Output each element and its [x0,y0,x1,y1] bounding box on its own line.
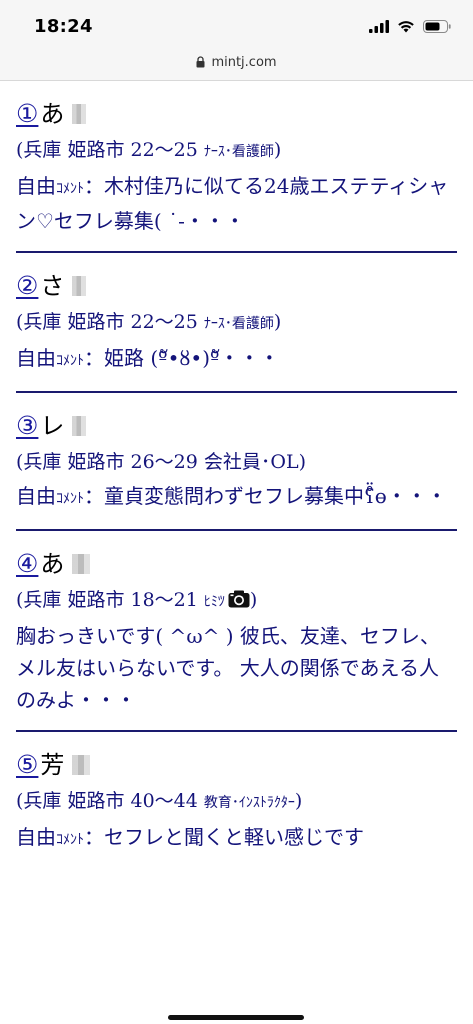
profile-entry: ④ あ (兵庫 姫路市 18〜21 ﾋﾐﾂ) 胸おっきいです( ^ω^ ) 彼氏… [0,531,473,730]
meta-job: ﾅｰｽ･看護師 [203,316,274,332]
entry-meta: (兵庫 姫路市 22〜25 ﾅｰｽ･看護師) [16,307,457,340]
meta-job: ﾅｰｽ･看護師 [203,144,274,160]
meta-location: (兵庫 姫路市 22〜25 [16,311,204,333]
blurred-name-mosaic [72,755,91,775]
entry-header: ④ あ [16,547,457,581]
entry-name: あ [40,550,65,578]
profile-list: ① あ (兵庫 姫路市 22〜25 ﾅｰｽ･看護師) 自由ｺﾒﾝﾄ：木村佳乃に似… [0,81,473,870]
comment-label: 自由 [16,484,56,508]
comment-text: 胸おっきいです( ^ω^ ) 彼氏、友達、セフレ、メル友はいらないです。 大人の… [16,624,440,712]
profile-entry: ③ レ (兵庫 姫路市 26〜29 会社員･OL) 自由ｺﾒﾝﾄ：童貞変態問わず… [0,393,473,529]
comment-text: ：童貞変態問わずセフレ募集中ʕ̊̈ө・・・ [84,484,447,508]
profile-entry: ① あ (兵庫 姫路市 22〜25 ﾅｰｽ･看護師) 自由ｺﾒﾝﾄ：木村佳乃に似… [0,81,473,251]
blurred-name-mosaic [72,416,87,436]
status-time: 18:24 [34,16,93,37]
entry-number-link[interactable]: ① [16,97,38,131]
blurred-name-mosaic [72,554,91,574]
entry-meta: (兵庫 姫路市 40〜44 教育･ｲﾝｽﾄﾗｸﾀｰ) [16,786,457,819]
entry-meta: (兵庫 姫路市 18〜21 ﾋﾐﾂ) [16,585,457,618]
status-icons [369,18,451,34]
entry-comment: 自由ｺﾒﾝﾄ：木村佳乃に似てる24歳エステティシャン♡セフレ募集( ˙-・・・ [16,170,457,251]
meta-close: ) [294,790,303,812]
meta-job: ﾋﾐﾂ [203,594,225,610]
comment-label-half: ｺﾒﾝﾄ [56,353,84,369]
entry-name: 芳 [40,751,65,779]
comment-text: ：姫路 (ºั•ȣ•)ºั・・・ [84,346,280,370]
entry-meta: (兵庫 姫路市 22〜25 ﾅｰｽ･看護師) [16,135,457,168]
profile-entry: ② さ (兵庫 姫路市 22〜25 ﾅｰｽ･看護師) 自由ｺﾒﾝﾄ：姫路 (ºั… [0,253,473,391]
meta-location: (兵庫 姫路市 22〜25 [16,139,204,161]
lock-icon [196,56,205,68]
meta-location: (兵庫 姫路市 40〜44 [16,790,204,812]
entry-header: ① あ [16,97,457,131]
comment-label-half: ｺﾒﾝﾄ [56,181,84,197]
status-bar: 18:24 [0,0,473,44]
camera-icon [228,590,250,608]
wifi-icon [398,20,414,32]
comment-label: 自由 [16,825,56,849]
blurred-name-mosaic [72,276,87,296]
address-bar[interactable]: mintj.com [0,44,473,81]
meta-location: (兵庫 姫路市 18〜21 [16,589,204,611]
entry-number-link[interactable]: ② [16,269,38,303]
meta-close: ) [273,139,282,161]
entry-number-link[interactable]: ④ [16,547,38,581]
entry-name: レ [40,412,65,440]
entry-comment: 自由ｺﾒﾝﾄ：童貞変態問わずセフレ募集中ʕ̊̈ө・・・ [16,480,457,529]
meta-job: 会社員･OL [203,451,299,473]
comment-label: 自由 [16,346,56,370]
battery-icon [423,19,451,33]
entry-comment: 自由ｺﾒﾝﾄ：姫路 (ºั•ȣ•)ºั・・・ [16,342,457,391]
entry-name: あ [40,100,65,128]
blurred-name-mosaic [72,104,87,124]
url-text: mintj.com [211,54,277,70]
entry-number-link[interactable]: ⑤ [16,748,38,782]
meta-job: 教育･ｲﾝｽﾄﾗｸﾀｰ [203,795,295,811]
comment-text: ：セフレと聞くと軽い感じです [84,825,364,849]
profile-entry: ⑤ 芳 (兵庫 姫路市 40〜44 教育･ｲﾝｽﾄﾗｸﾀｰ) 自由ｺﾒﾝﾄ：セフ… [0,732,473,870]
entry-header: ② さ [16,269,457,303]
meta-close: ) [273,311,282,333]
meta-close: ) [298,451,307,473]
meta-close: ) [249,589,258,611]
entry-header: ③ レ [16,409,457,443]
entry-meta: (兵庫 姫路市 26〜29 会社員･OL) [16,447,457,478]
comment-label-half: ｺﾒﾝﾄ [56,491,84,507]
meta-location: (兵庫 姫路市 26〜29 [16,451,204,473]
entry-number-link[interactable]: ③ [16,409,38,443]
home-indicator[interactable] [168,1015,304,1020]
comment-label-half: ｺﾒﾝﾄ [56,832,84,848]
entry-comment: 自由ｺﾒﾝﾄ：セフレと聞くと軽い感じです [16,821,457,870]
entry-name: さ [40,272,65,300]
entry-header: ⑤ 芳 [16,748,457,782]
signal-icon [369,19,389,33]
entry-comment: 胸おっきいです( ^ω^ ) 彼氏、友達、セフレ、メル友はいらないです。 大人の… [16,620,457,730]
comment-label: 自由 [16,174,56,198]
